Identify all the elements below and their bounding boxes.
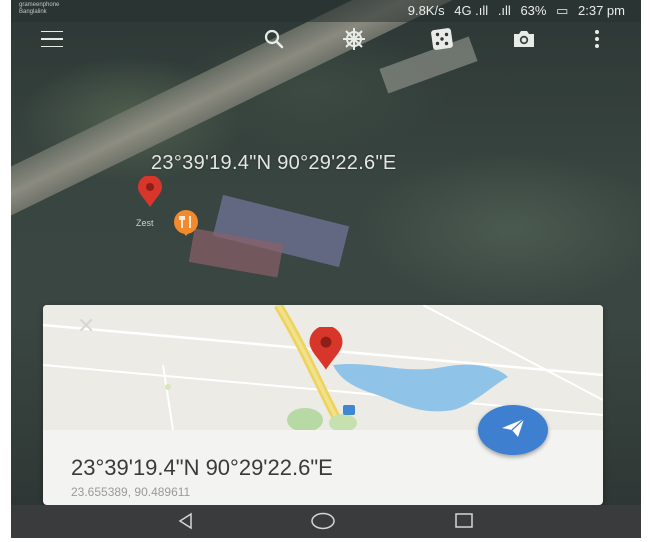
camera-icon[interactable] [511,28,537,50]
location-pin-marker[interactable] [135,175,165,213]
signal-secondary-icon: .ıll [497,3,511,18]
ship-wheel-icon[interactable] [341,28,367,50]
map-coordinates-label: 23°39'19.4"N 90°29'22.6"E [151,152,397,174]
directions-button[interactable] [478,405,548,455]
map-road [11,0,638,226]
status-indicators: 9.8K/s 4G .ıll .ıll 63% ▭ 2:37 pm [402,3,625,19]
status-bar: grameenphone Banglalink 9.8K/s 4G .ıll .… [11,0,641,22]
recents-icon[interactable] [454,512,474,535]
close-icon[interactable]: ✕ [77,313,95,339]
coordinates-decimal: 23.655389, 90.489611 [71,485,191,499]
more-vert-icon[interactable] [589,28,605,50]
search-icon[interactable] [261,28,287,50]
carrier-primary: grameenphone [19,2,60,8]
signal-icon: 4G .ıll [454,3,489,18]
phone-screen: grameenphone Banglalink 9.8K/s 4G .ıll .… [11,0,641,538]
system-nav-bar [11,505,641,538]
menu-icon[interactable] [39,28,65,50]
restaurant-marker[interactable] [171,208,201,243]
home-icon[interactable] [311,512,335,535]
battery-icon: ▭ [556,3,569,18]
directions-icon [500,417,526,444]
carrier-names: grameenphone Banglalink [19,2,59,16]
coordinates-dms: 23°39'19.4"N 90°29'22.6"E [71,455,333,480]
battery-level: 63% [520,3,547,18]
place-label: Zest [136,218,154,228]
selected-location-pin[interactable] [305,325,347,376]
net-speed: 9.8K/s [407,3,445,18]
back-icon[interactable] [177,512,195,535]
dice-icon[interactable] [429,28,455,50]
clock: 2:37 pm [578,3,625,18]
carrier-secondary: Banglalink [19,9,47,15]
